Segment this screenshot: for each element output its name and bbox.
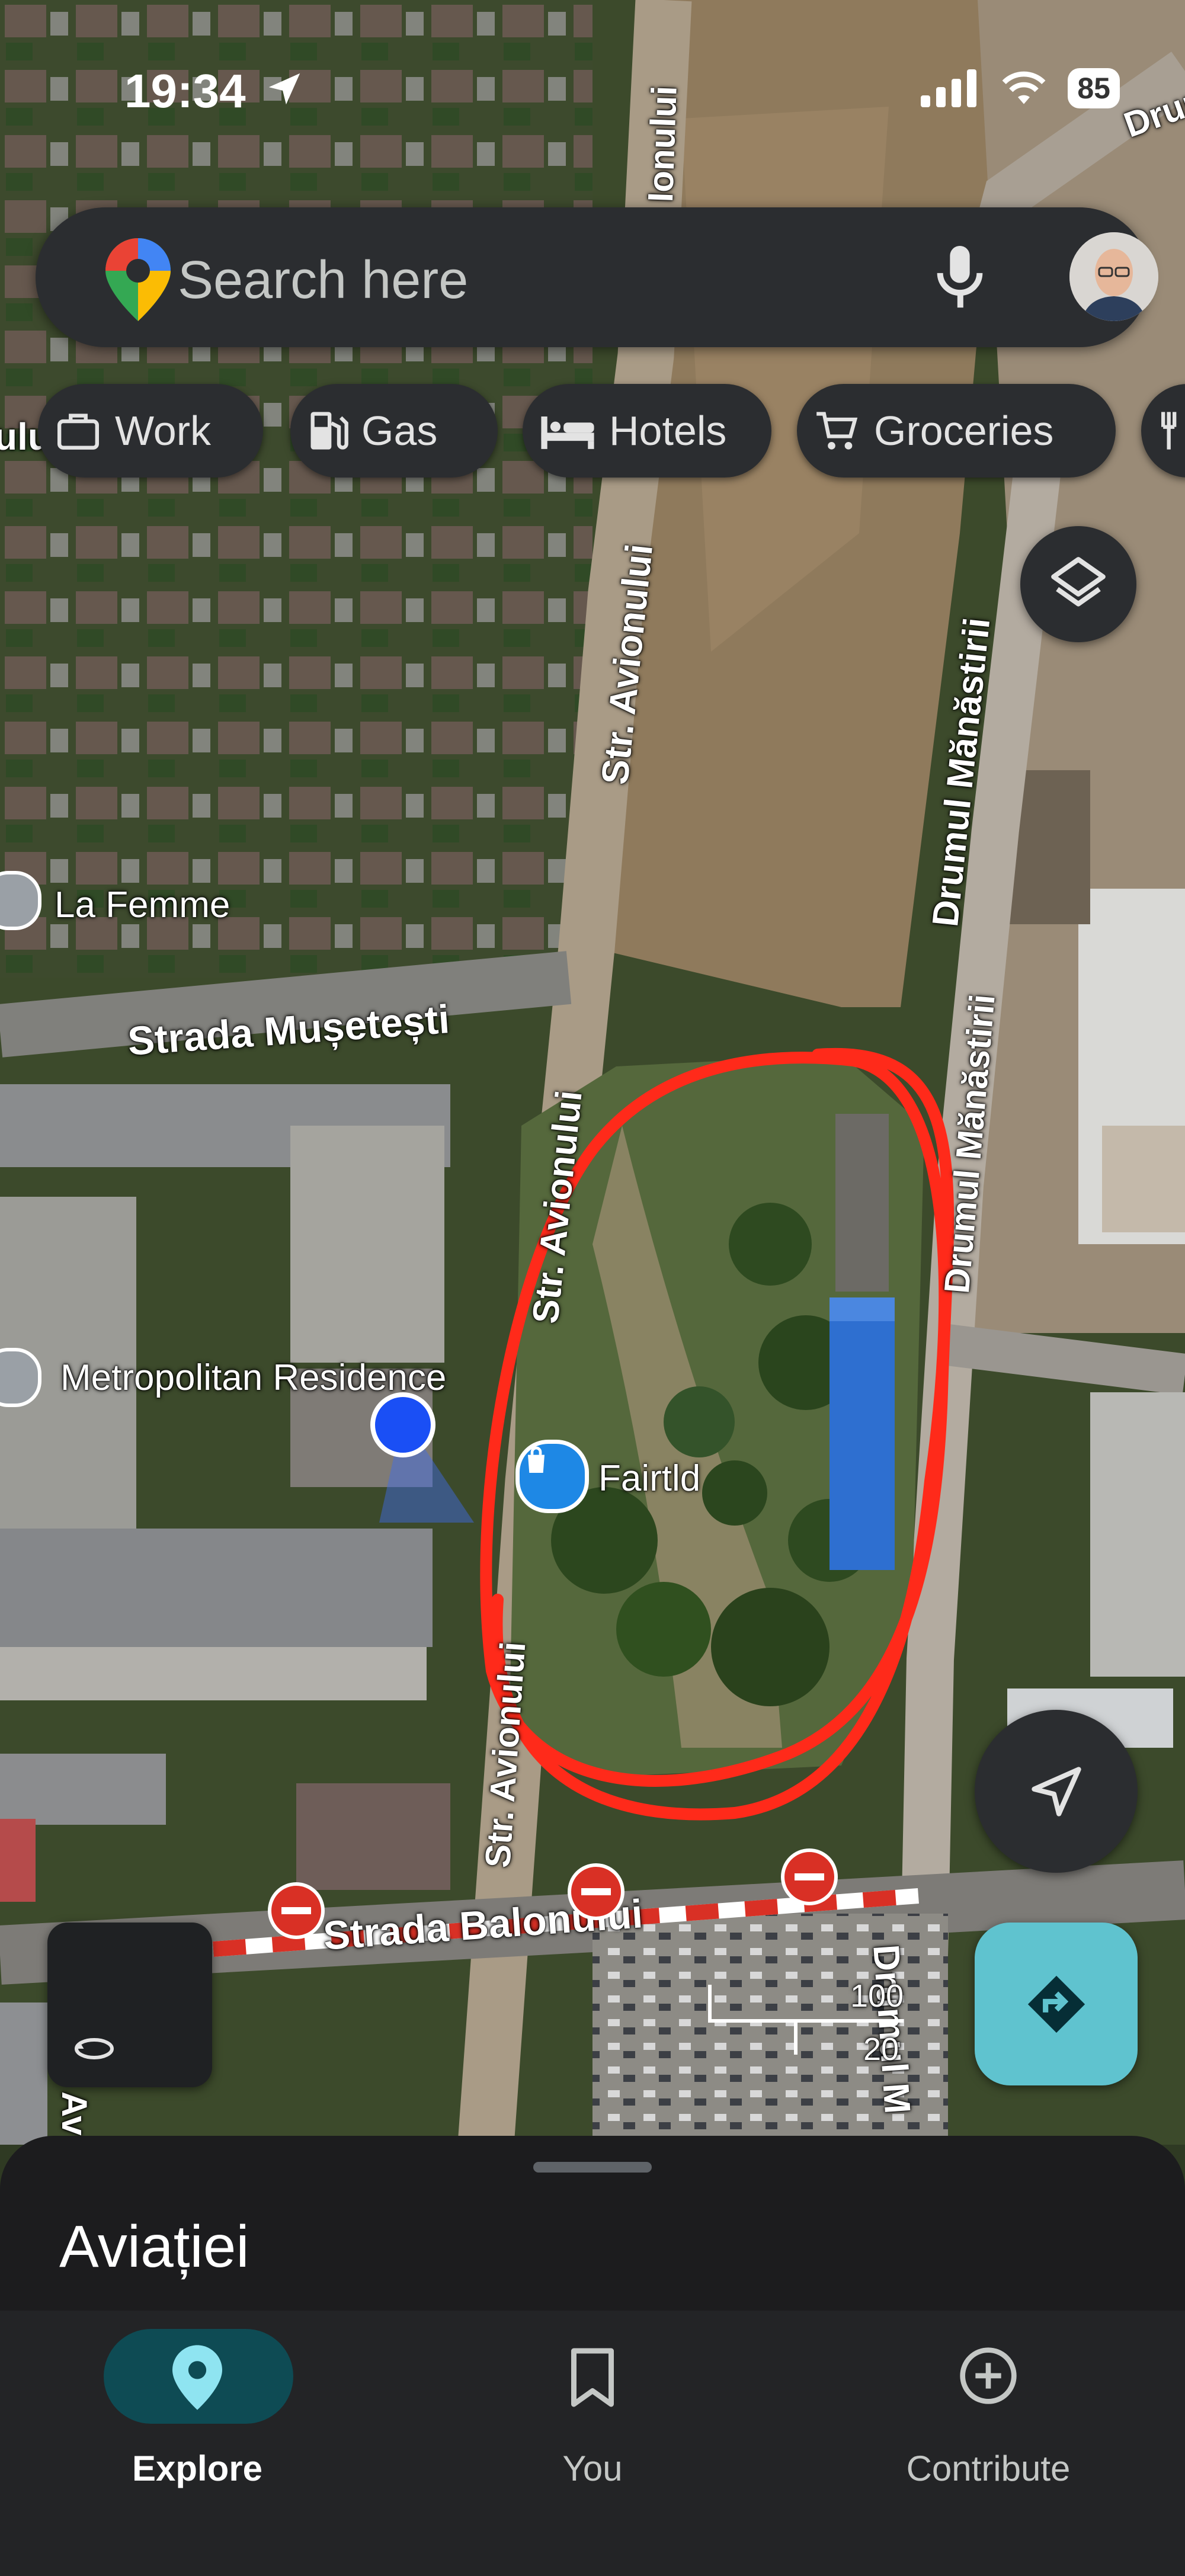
- street-view-thumbnail[interactable]: [47, 1923, 212, 2087]
- street-label-av: Av: [55, 2091, 94, 2136]
- rotate-360-icon: [75, 2038, 114, 2059]
- gas-pump-icon: [307, 408, 348, 453]
- my-location-button[interactable]: [975, 1710, 1138, 1873]
- chip-groceries[interactable]: Groceries: [797, 384, 1116, 478]
- battery-level: 85: [1068, 68, 1120, 108]
- wifi-icon: [1002, 71, 1046, 104]
- navigation-arrow-icon: [1031, 1766, 1081, 1816]
- search-input[interactable]: Search here: [178, 250, 468, 311]
- nav-label-explore: Explore: [132, 2449, 263, 2488]
- directions-button[interactable]: [975, 1923, 1138, 2085]
- layers-icon: [1051, 557, 1106, 607]
- scale-label-bottom: 20: [863, 2032, 899, 2067]
- chip-gas[interactable]: Gas: [290, 384, 498, 478]
- bottom-navigation: Explore You Contribute: [0, 2311, 1185, 2576]
- chip-hotels[interactable]: Hotels: [523, 384, 771, 478]
- chip-label: Gas: [361, 408, 438, 454]
- add-circle-icon: [960, 2347, 1017, 2404]
- bed-icon: [539, 411, 596, 450]
- layers-button[interactable]: [1020, 526, 1136, 642]
- scale-bar: 100 20: [708, 1978, 921, 2080]
- my-location-dot[interactable]: [370, 1392, 435, 1457]
- nav-label-contribute: Contribute: [906, 2449, 1071, 2488]
- street-label-ionului: Ionului: [640, 85, 684, 203]
- sheet-drag-handle[interactable]: [533, 2162, 652, 2173]
- bookmark-icon: [571, 2348, 614, 2407]
- signal-icon: [921, 69, 977, 107]
- location-arrow-icon: [268, 73, 300, 105]
- place-label-fairtld[interactable]: Fairtld: [598, 1457, 700, 1500]
- cart-icon: [814, 408, 861, 453]
- maps-logo-icon: [105, 238, 171, 321]
- restaurant-icon: [1158, 408, 1185, 453]
- chip-label: Work: [115, 408, 212, 454]
- no-entry-icon[interactable]: [781, 1848, 838, 1905]
- nav-label-you: You: [562, 2449, 623, 2488]
- chip-work[interactable]: Work: [38, 384, 263, 478]
- no-entry-icon[interactable]: [568, 1863, 624, 1920]
- directions-icon: [1027, 1975, 1085, 2033]
- chip-label: Groceries: [874, 408, 1054, 454]
- status-icons: 85: [921, 68, 1120, 108]
- microphone-icon[interactable]: [930, 240, 989, 311]
- chip-label: Hotels: [609, 408, 727, 454]
- place-label-la-femme[interactable]: La Femme: [55, 884, 230, 926]
- search-bar[interactable]: Search here: [36, 207, 1158, 347]
- briefcase-icon: [55, 410, 102, 451]
- scale-label-top: 100: [850, 1978, 904, 2014]
- sheet-title: Aviației: [59, 2213, 249, 2280]
- no-entry-icon[interactable]: [268, 1882, 325, 1939]
- shopping-bag-pin-icon[interactable]: [515, 1440, 589, 1513]
- avatar[interactable]: [1069, 232, 1158, 321]
- status-time: 19:34: [124, 65, 246, 117]
- location-pin-icon: [172, 2345, 222, 2410]
